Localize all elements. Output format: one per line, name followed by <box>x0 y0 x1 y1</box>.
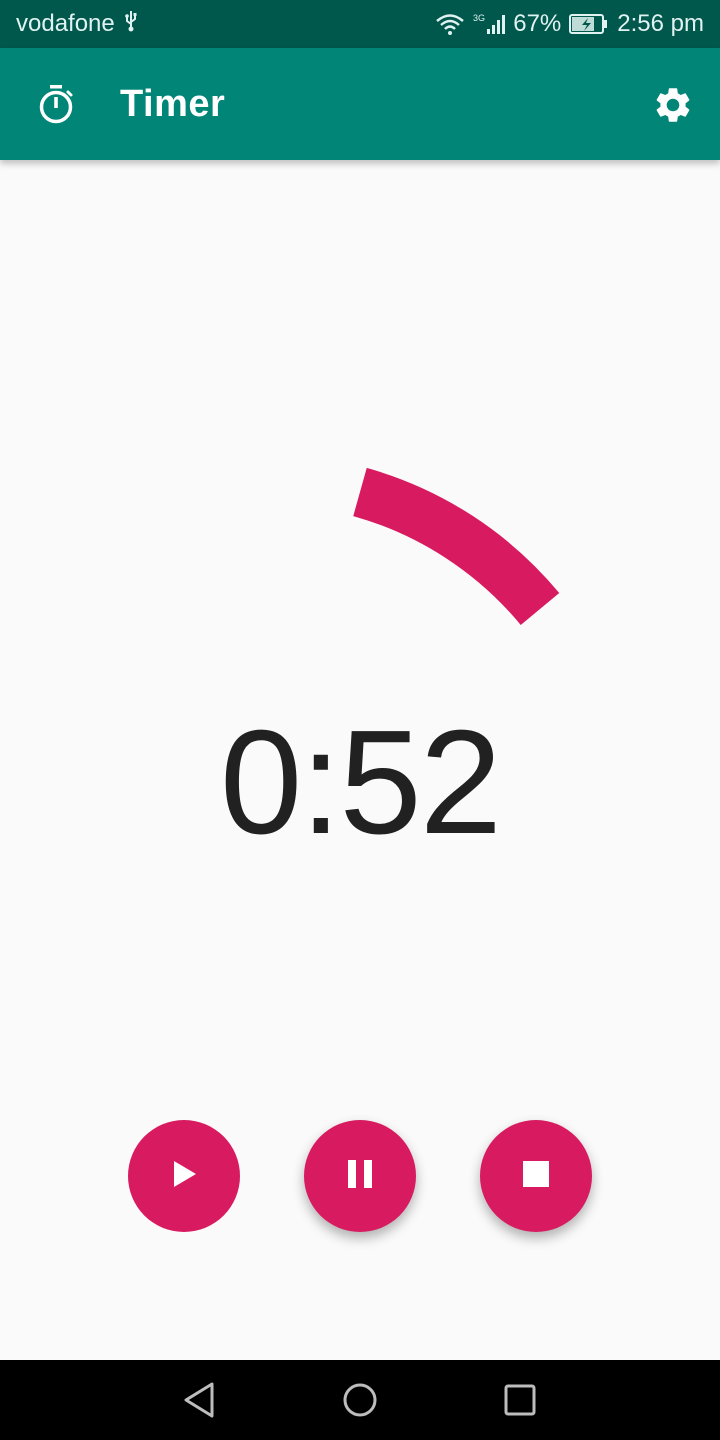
play-icon <box>170 1159 198 1194</box>
recents-icon <box>500 1384 540 1424</box>
clock-time: 2:56 pm <box>617 10 704 37</box>
main-content: 0:52 <box>0 160 720 1360</box>
signal-icon: 3G <box>473 12 506 36</box>
recents-button[interactable] <box>500 1380 540 1420</box>
battery-charging-icon <box>569 13 609 35</box>
back-button[interactable] <box>180 1380 220 1420</box>
battery-percent: 67% <box>513 10 562 37</box>
usb-icon <box>123 9 139 40</box>
home-icon <box>340 1383 380 1424</box>
status-bar: vodafone 3G 67% 2:56 pm <box>0 0 720 48</box>
pause-icon <box>346 1159 374 1194</box>
back-icon <box>180 1382 220 1424</box>
progress-arc-segment <box>352 467 560 626</box>
app-bar: Timer <box>0 48 720 160</box>
navigation-bar <box>0 1360 720 1440</box>
network-type-label: 3G <box>473 13 485 23</box>
status-right: 3G 67% 2:56 pm <box>435 10 704 38</box>
settings-button[interactable] <box>652 84 694 126</box>
stop-icon <box>522 1160 550 1193</box>
home-button[interactable] <box>340 1380 380 1420</box>
start-button[interactable] <box>128 1120 240 1232</box>
page-title: Timer <box>120 83 226 125</box>
stop-button[interactable] <box>480 1120 592 1232</box>
status-left: vodafone <box>16 9 139 40</box>
stopwatch-icon <box>36 84 76 124</box>
wifi-icon <box>435 12 465 36</box>
carrier-label: vodafone <box>16 10 115 37</box>
timer-display: 0:52 <box>219 700 502 865</box>
pause-button[interactable] <box>304 1120 416 1232</box>
gear-icon <box>652 88 694 130</box>
